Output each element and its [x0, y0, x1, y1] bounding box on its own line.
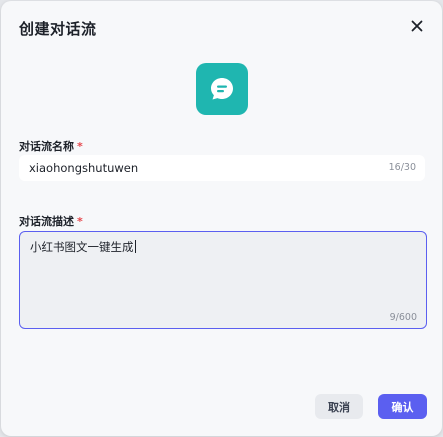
create-chatflow-dialog: 创建对话流 对话流名称 * xiaohongshutuwen 16/30 对话流描…: [1, 1, 442, 436]
description-char-counter: 9/600: [389, 312, 417, 323]
name-input-value: xiaohongshutuwen: [29, 161, 139, 175]
name-field-label: 对话流名称 *: [19, 138, 83, 154]
description-text: 小红书图文一键生成: [30, 240, 134, 254]
close-button[interactable]: [406, 15, 428, 37]
description-input-value: 小红书图文一键生成: [30, 239, 136, 255]
text-caret: [134, 240, 136, 253]
chatflow-name-input[interactable]: xiaohongshutuwen 16/30: [19, 155, 425, 181]
required-mark: *: [77, 140, 83, 153]
name-label-text: 对话流名称: [19, 140, 74, 153]
confirm-button[interactable]: 确认: [378, 394, 427, 419]
chatflow-description-textarea[interactable]: 小红书图文一键生成 9/600: [19, 231, 427, 329]
chat-bubble-icon: [211, 78, 233, 100]
description-label-text: 对话流描述: [19, 215, 74, 228]
required-mark: *: [77, 215, 83, 228]
dialog-title: 创建对话流: [19, 20, 97, 38]
app-icon[interactable]: [196, 63, 248, 115]
cancel-button[interactable]: 取消: [315, 394, 363, 419]
close-icon: [411, 20, 423, 32]
name-char-counter: 16/30: [388, 162, 416, 173]
description-field-label: 对话流描述 *: [19, 213, 83, 229]
